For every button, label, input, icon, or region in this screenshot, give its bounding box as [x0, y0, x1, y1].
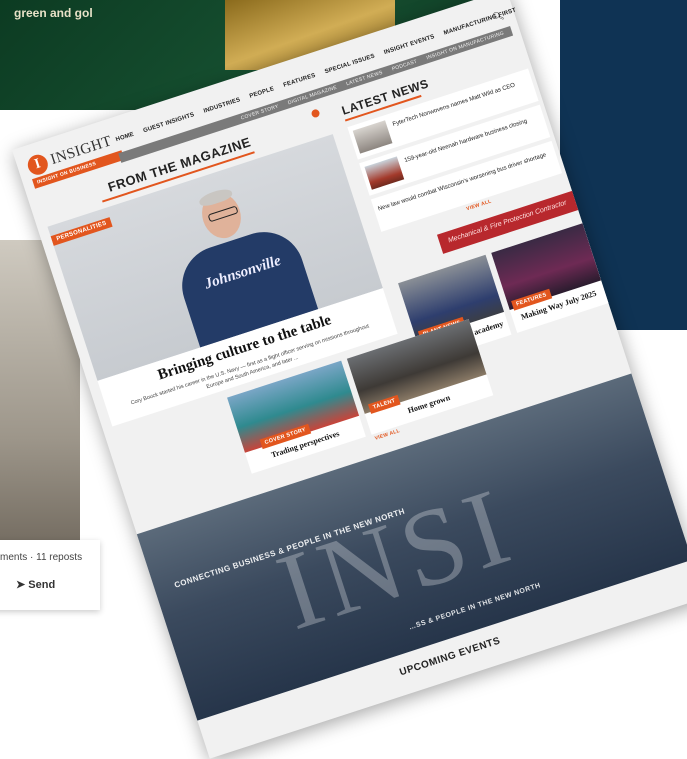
nav-item-home[interactable]: HOME: [115, 132, 137, 149]
social-reposts-count: ments · 11 reposts: [0, 552, 83, 563]
hero-category-badge[interactable]: PERSONALITIES: [50, 217, 113, 246]
send-label: Send: [28, 579, 56, 591]
banner-background-text: INSI: [263, 463, 528, 654]
send-icon: ➤: [16, 579, 29, 591]
background-green-text: green and gol: [14, 6, 93, 20]
background-social-card: [0, 540, 100, 610]
news-thumbnail: [352, 120, 393, 154]
carousel-dot[interactable]: [310, 108, 321, 119]
subnav-podcast[interactable]: PODCAST: [391, 57, 419, 75]
news-thumbnail: [364, 156, 405, 190]
social-send-button[interactable]: ➤ Send: [16, 578, 55, 591]
